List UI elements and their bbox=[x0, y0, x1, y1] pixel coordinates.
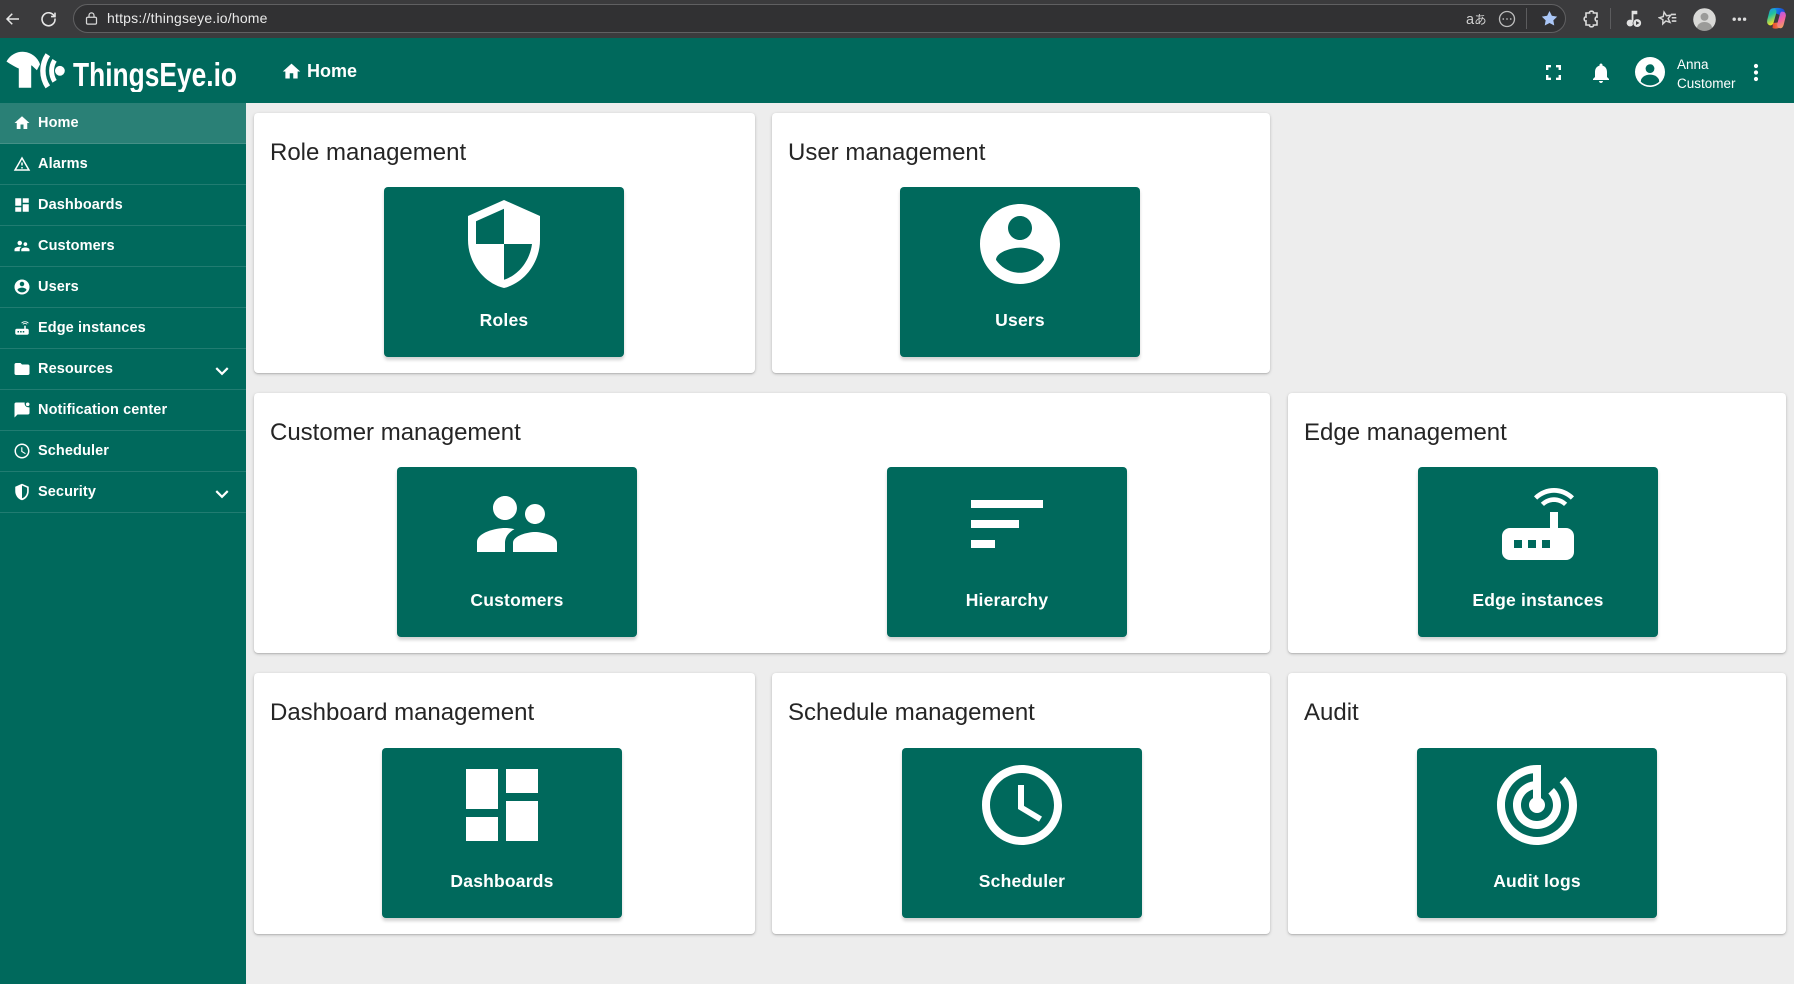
svg-text:ThingsEye.io: ThingsEye.io bbox=[73, 56, 237, 92]
